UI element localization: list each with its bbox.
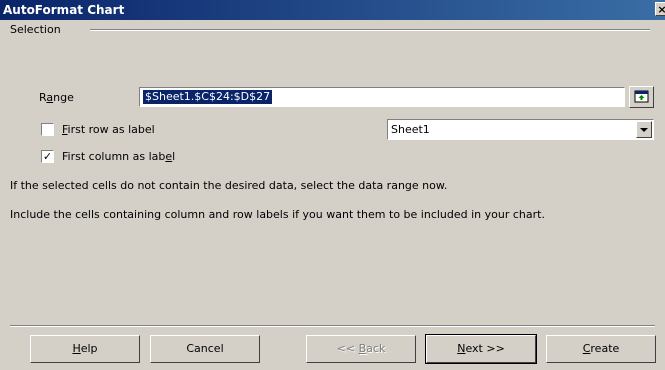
help-text-line2: Include the cells containing column and … [10, 208, 545, 221]
range-value: $Sheet1.$C$24:$D$27 [143, 90, 273, 104]
first-row-label: First row as label [62, 123, 155, 136]
window-title: AutoFormat Chart [3, 3, 125, 17]
worksheet-value: Sheet1 [391, 123, 430, 136]
cancel-button[interactable]: Cancel [150, 335, 260, 363]
shrink-icon [634, 90, 649, 103]
first-column-label: First column as label [62, 150, 176, 163]
help-text-line1: If the selected cells do not contain the… [10, 179, 448, 192]
title-bar: AutoFormat Chart × [0, 0, 665, 20]
close-button[interactable]: × [655, 2, 665, 16]
next-button[interactable]: Next >> [425, 334, 537, 364]
range-input[interactable]: $Sheet1.$C$24:$D$27 [139, 87, 625, 107]
button-separator [10, 325, 655, 327]
back-button[interactable]: << Back [306, 335, 416, 363]
chevron-down-icon[interactable] [636, 121, 652, 138]
shrink-button[interactable] [629, 86, 654, 108]
range-label: Range [39, 91, 74, 104]
worksheet-dropdown[interactable]: Sheet1 [387, 119, 654, 140]
first-row-checkbox[interactable] [41, 123, 54, 136]
group-divider [90, 29, 650, 31]
help-button[interactable]: Help [30, 335, 140, 363]
close-icon: × [657, 3, 665, 16]
selection-group-label: Selection [10, 23, 61, 36]
first-column-checkbox[interactable]: ✓ [41, 150, 54, 163]
create-button[interactable]: Create [546, 335, 656, 363]
